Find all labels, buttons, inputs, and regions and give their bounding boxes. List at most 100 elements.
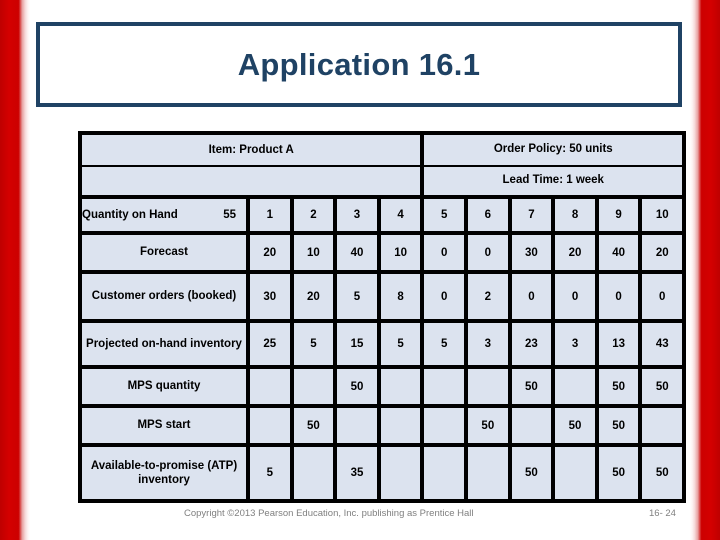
table-row: Customer orders (booked) 30 20 5 8 0 2 0… <box>80 272 685 321</box>
slide-footer: Copyright ©2013 Pearson Education, Inc. … <box>0 508 720 528</box>
cell-forecast-4: 10 <box>378 233 423 272</box>
cell-forecast-1: 20 <box>248 233 292 272</box>
cell-customer-orders-10: 0 <box>640 272 685 321</box>
cell-projected-on-hand-3: 15 <box>335 321 379 367</box>
cell-mps-start-3 <box>335 406 379 445</box>
right-red-stripe <box>690 0 720 540</box>
cell-mps-quantity-7: 50 <box>509 367 554 406</box>
cell-atp-5 <box>422 445 467 501</box>
mps-table-container: Item: Product A Order Policy: 50 units L… <box>78 131 687 503</box>
table-row: MPS quantity 50 50 50 50 <box>80 367 685 406</box>
cell-mps-start-9: 50 <box>596 406 641 445</box>
quantity-on-hand-cell: Quantity on Hand 55 <box>80 197 248 233</box>
cell-forecast-5: 0 <box>422 233 467 272</box>
slide-title-box: Application 16.1 <box>36 22 682 107</box>
cell-projected-on-hand-4: 5 <box>378 321 423 367</box>
cell-customer-orders-4: 8 <box>378 272 423 321</box>
order-policy-cell: Order Policy: 50 units <box>422 133 685 167</box>
item-cell-spacer <box>80 167 423 197</box>
row-label-mps-start: MPS start <box>80 406 248 445</box>
cell-mps-quantity-5 <box>422 367 467 406</box>
period-header-3: 3 <box>335 197 379 233</box>
table-row-lead-time: Lead Time: 1 week <box>80 167 685 197</box>
table-row: Available-to-promise (ATP) inventory 5 3… <box>80 445 685 501</box>
item-cell: Item: Product A <box>80 133 423 167</box>
table-row: MPS start 50 50 50 50 <box>80 406 685 445</box>
cell-projected-on-hand-9: 13 <box>596 321 641 367</box>
cell-atp-4 <box>378 445 423 501</box>
period-header-1: 1 <box>248 197 292 233</box>
table-row: Projected on-hand inventory 25 5 15 5 5 … <box>80 321 685 367</box>
cell-mps-start-5 <box>422 406 467 445</box>
cell-mps-quantity-4 <box>378 367 423 406</box>
cell-customer-orders-6: 2 <box>466 272 510 321</box>
cell-mps-quantity-8 <box>553 367 597 406</box>
cell-projected-on-hand-1: 25 <box>248 321 292 367</box>
cell-customer-orders-5: 0 <box>422 272 467 321</box>
period-header-6: 6 <box>466 197 510 233</box>
row-label-customer-orders: Customer orders (booked) <box>80 272 248 321</box>
lead-time-cell: Lead Time: 1 week <box>422 167 685 197</box>
cell-mps-quantity-10: 50 <box>640 367 685 406</box>
cell-projected-on-hand-10: 43 <box>640 321 685 367</box>
cell-mps-quantity-2 <box>291 367 336 406</box>
period-header-5: 5 <box>422 197 467 233</box>
cell-forecast-6: 0 <box>466 233 510 272</box>
cell-projected-on-hand-5: 5 <box>422 321 467 367</box>
cell-mps-quantity-1 <box>248 367 292 406</box>
cell-projected-on-hand-2: 5 <box>291 321 336 367</box>
cell-customer-orders-7: 0 <box>509 272 554 321</box>
quantity-on-hand-label: Quantity on Hand <box>82 208 178 221</box>
row-label-mps-quantity: MPS quantity <box>80 367 248 406</box>
cell-customer-orders-3: 5 <box>335 272 379 321</box>
cell-atp-3: 35 <box>335 445 379 501</box>
cell-customer-orders-9: 0 <box>596 272 641 321</box>
cell-mps-quantity-6 <box>466 367 510 406</box>
period-header-7: 7 <box>509 197 554 233</box>
cell-atp-10: 50 <box>640 445 685 501</box>
cell-projected-on-hand-7: 23 <box>509 321 554 367</box>
cell-mps-quantity-9: 50 <box>596 367 641 406</box>
left-red-stripe <box>0 0 30 540</box>
cell-atp-9: 50 <box>596 445 641 501</box>
cell-customer-orders-2: 20 <box>291 272 336 321</box>
cell-atp-6 <box>466 445 510 501</box>
page-title: Application 16.1 <box>237 46 481 82</box>
period-header-10: 10 <box>640 197 685 233</box>
cell-forecast-8: 20 <box>553 233 597 272</box>
quantity-on-hand-value: 55 <box>223 208 236 221</box>
cell-mps-quantity-3: 50 <box>335 367 379 406</box>
period-header-8: 8 <box>553 197 597 233</box>
row-label-atp-inventory: Available-to-promise (ATP) inventory <box>80 445 248 501</box>
cell-mps-start-7 <box>509 406 554 445</box>
copyright-text: Copyright ©2013 Pearson Education, Inc. … <box>184 508 474 519</box>
cell-forecast-2: 10 <box>291 233 336 272</box>
cell-atp-2 <box>291 445 336 501</box>
period-header-9: 9 <box>596 197 641 233</box>
period-header-2: 2 <box>291 197 336 233</box>
cell-atp-1: 5 <box>248 445 292 501</box>
cell-mps-start-6: 50 <box>466 406 510 445</box>
table-row-periods: Quantity on Hand 55 1 2 3 4 5 6 7 8 9 10 <box>80 197 685 233</box>
master-production-schedule-table: Item: Product A Order Policy: 50 units L… <box>78 131 687 503</box>
cell-forecast-3: 40 <box>335 233 379 272</box>
cell-forecast-7: 30 <box>509 233 554 272</box>
cell-projected-on-hand-6: 3 <box>466 321 510 367</box>
cell-projected-on-hand-8: 3 <box>553 321 597 367</box>
page-number: 16- 24 <box>649 508 676 519</box>
item-label: Item: Product A <box>208 143 294 156</box>
cell-mps-start-2: 50 <box>291 406 336 445</box>
cell-mps-start-4 <box>378 406 423 445</box>
table-row-header-info: Item: Product A Order Policy: 50 units <box>80 133 685 167</box>
cell-mps-start-10 <box>640 406 685 445</box>
cell-mps-start-1 <box>248 406 292 445</box>
cell-customer-orders-8: 0 <box>553 272 597 321</box>
cell-atp-8 <box>553 445 597 501</box>
row-label-projected-on-hand: Projected on-hand inventory <box>80 321 248 367</box>
cell-forecast-10: 20 <box>640 233 685 272</box>
cell-mps-start-8: 50 <box>553 406 597 445</box>
period-header-4: 4 <box>378 197 423 233</box>
table-row: Forecast 20 10 40 10 0 0 30 20 40 20 <box>80 233 685 272</box>
cell-customer-orders-1: 30 <box>248 272 292 321</box>
row-label-forecast: Forecast <box>80 233 248 272</box>
